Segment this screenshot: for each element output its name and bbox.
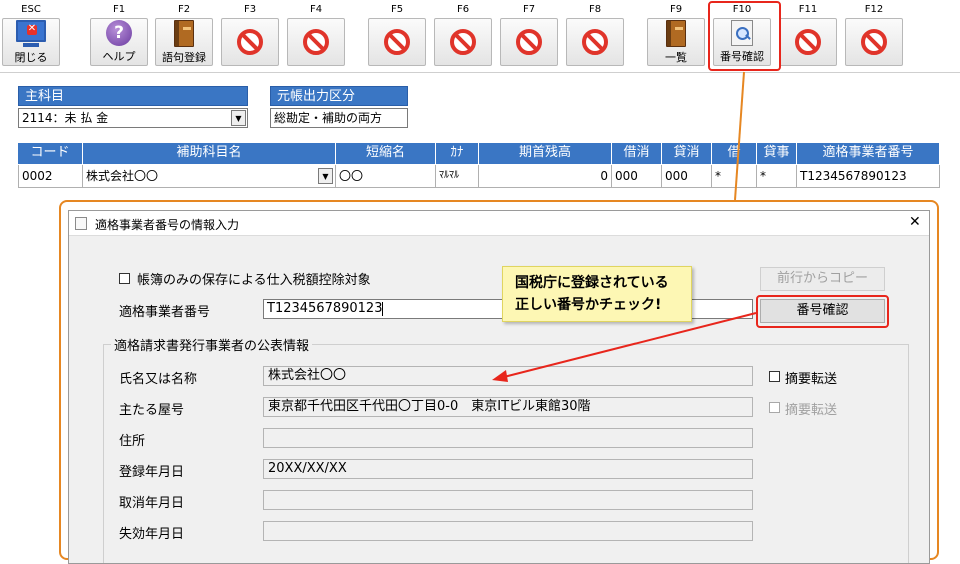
f10-connector-line — [734, 71, 745, 201]
verify-arrow-line — [499, 312, 757, 379]
annotation-arrows — [492, 71, 757, 382]
arrow-head-icon — [492, 370, 508, 382]
